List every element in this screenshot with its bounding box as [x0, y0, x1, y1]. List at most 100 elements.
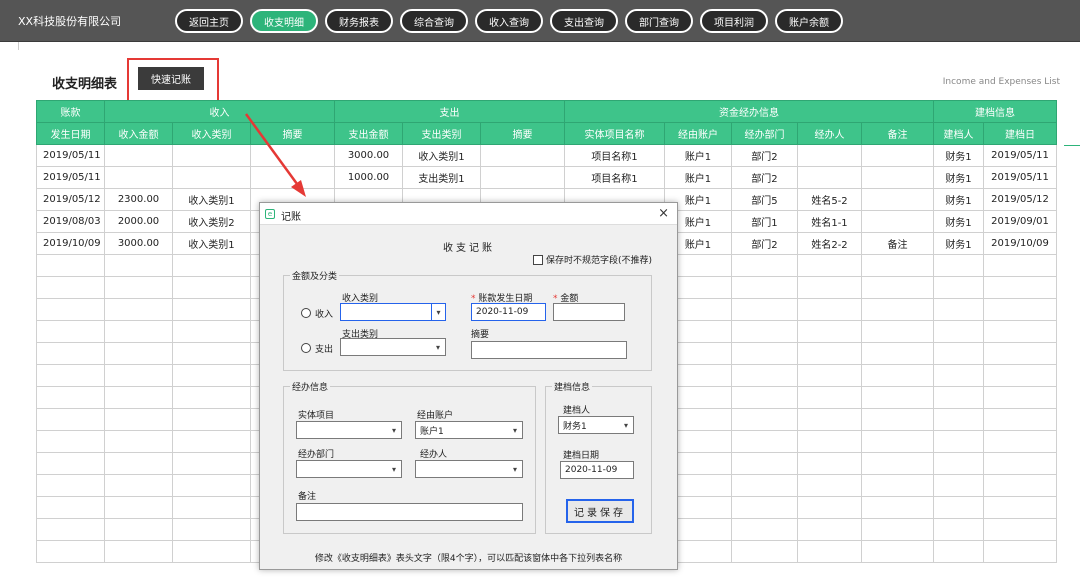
table-cell	[933, 298, 984, 321]
table-cell	[861, 364, 934, 387]
table-cell	[797, 276, 862, 299]
table-cell: 财务1	[933, 232, 984, 255]
table-cell: 收入类别1	[402, 144, 481, 167]
table-cell	[861, 298, 934, 321]
header-col: 支出类别	[402, 122, 481, 145]
table-cell	[797, 408, 862, 431]
header-col: 备注	[861, 122, 934, 145]
table-cell	[731, 342, 798, 365]
table-cell	[983, 540, 1057, 563]
table-cell	[731, 254, 798, 277]
nav-account-balance-button[interactable]: 账户余额	[775, 9, 843, 33]
table-cell	[983, 408, 1057, 431]
header-fund-group: 资金经办信息	[564, 100, 934, 123]
person-select[interactable]: ▾	[415, 460, 523, 478]
table-cell	[36, 474, 105, 497]
project-select[interactable]: ▾	[296, 421, 402, 439]
header-col: 摘要	[250, 122, 335, 145]
table-cell	[933, 408, 984, 431]
nonstandard-checkbox-area[interactable]: 保存时不规范字段(不推荐)	[533, 253, 652, 266]
table-cell: 2019/08/03	[36, 210, 105, 233]
table-cell	[104, 166, 173, 189]
nav-general-query-button[interactable]: 综合查询	[400, 9, 468, 33]
table-cell	[933, 320, 984, 343]
table-cell: 部门2	[731, 232, 798, 255]
table-cell	[797, 364, 862, 387]
table-row[interactable]: 2019/05/11 3000.00 收入类别1 项目名称1 账户1 部门2 财务1 2019…	[36, 144, 1057, 167]
table-cell	[983, 452, 1057, 475]
nav-expense-query-button[interactable]: 支出查询	[550, 9, 618, 33]
table-cell: 项目名称1	[564, 144, 665, 167]
table-cell	[172, 342, 251, 365]
header-col: 经办人	[797, 122, 862, 145]
creator-label: 建档人	[563, 406, 591, 416]
table-cell	[104, 496, 173, 519]
table-cell	[731, 298, 798, 321]
table-cell	[172, 496, 251, 519]
table-cell	[480, 144, 565, 167]
nav-dept-query-button[interactable]: 部门查询	[625, 9, 693, 33]
nav-income-query-button[interactable]: 收入查询	[475, 9, 543, 33]
table-cell	[104, 540, 173, 563]
save-record-button[interactable]: 记录保存	[566, 499, 634, 523]
amount-field[interactable]	[553, 303, 625, 321]
handler-group-legend: 经办信息	[290, 380, 331, 393]
table-cell	[983, 430, 1057, 453]
table-cell	[983, 518, 1057, 541]
quick-record-button[interactable]: 快速记账	[138, 67, 204, 90]
table-cell	[36, 408, 105, 431]
table-cell	[731, 364, 798, 387]
sub-header-row: 发生日期 收入金额 收入类别 摘要 支出金额 支出类别 摘要 实体项目名称 经由账户 经办部门经…	[36, 122, 1057, 145]
table-cell: 2019/05/11	[36, 144, 105, 167]
account-select[interactable]: 账户1 ▾	[415, 421, 523, 439]
archive-date-field[interactable]: 2020-11-09	[560, 461, 634, 479]
nonstandard-checkbox[interactable]	[533, 254, 543, 265]
note-field[interactable]	[296, 503, 523, 521]
table-cell	[104, 386, 173, 409]
table-cell: 1000.00	[334, 166, 403, 189]
dialog-footer-note: 修改《收支明细表》表头文字（限4个字），可以匹配该窗体中各下拉列表名称	[314, 554, 623, 564]
chevron-down-icon: ▾	[512, 425, 517, 435]
close-icon[interactable]: ×	[658, 206, 669, 221]
table-cell	[797, 254, 862, 277]
table-cell	[731, 518, 798, 541]
expense-radio[interactable]	[301, 343, 311, 353]
income-type-select[interactable]: ▾	[340, 303, 446, 321]
nav-project-profit-button[interactable]: 项目利润	[700, 9, 768, 33]
table-cell	[172, 320, 251, 343]
table-cell	[861, 210, 934, 233]
table-cell	[731, 540, 798, 563]
nav-home-button[interactable]: 返回主页	[175, 9, 243, 33]
table-row[interactable]: 2019/05/11 1000.00 支出类别1 项目名称1 账户1 部门2 财务1 2019…	[36, 166, 1057, 189]
nav-financial-report-button[interactable]: 财务报表	[325, 9, 393, 33]
table-cell	[797, 430, 862, 453]
table-cell	[983, 298, 1057, 321]
nav-income-expense-button[interactable]: 收支明细	[250, 9, 318, 33]
header-col: 实体项目名称	[564, 122, 665, 145]
summary-field[interactable]	[471, 341, 627, 359]
table-cell	[36, 254, 105, 277]
date-field[interactable]: 2020-11-09	[471, 303, 546, 321]
table-cell	[861, 452, 934, 475]
table-cell: 收入类别1	[172, 188, 251, 211]
english-title: Income and Expenses List	[942, 77, 1060, 87]
table-cell: 财务1	[933, 210, 984, 233]
table-cell: 备注	[861, 232, 934, 255]
table-cell	[172, 474, 251, 497]
table-cell	[933, 430, 984, 453]
table-cell	[731, 408, 798, 431]
creator-select[interactable]: 财务1 ▾	[558, 416, 634, 434]
header-col: 建档人	[933, 122, 984, 145]
table-cell	[731, 474, 798, 497]
header-col: 收入类别	[172, 122, 251, 145]
dept-select[interactable]: ▾	[296, 460, 402, 478]
table-cell	[104, 408, 173, 431]
table-cell	[933, 276, 984, 299]
header-col: 建档日	[983, 122, 1057, 145]
expense-type-select[interactable]: ▾	[340, 338, 446, 356]
table-cell	[172, 430, 251, 453]
table-cell: 2019/10/09	[983, 232, 1057, 255]
archive-date-label: 建档日期	[563, 451, 600, 461]
income-radio[interactable]	[301, 308, 311, 318]
project-label: 实体项目	[298, 411, 335, 421]
